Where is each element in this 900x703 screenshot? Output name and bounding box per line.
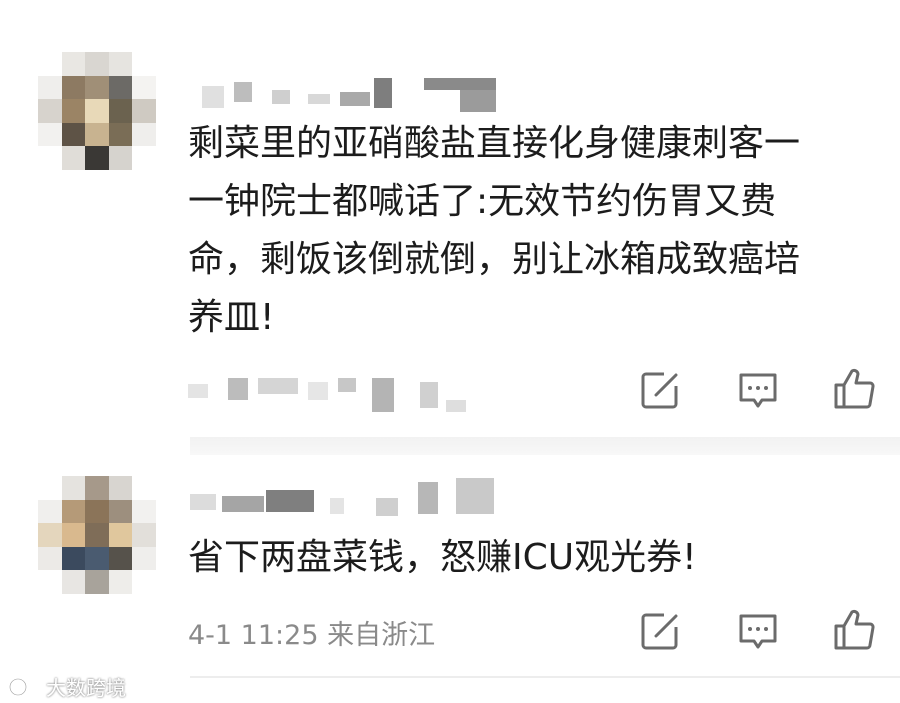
repost-button[interactable] bbox=[636, 366, 684, 414]
section-divider bbox=[190, 676, 900, 678]
watermark-text: 大数跨境 bbox=[46, 676, 126, 700]
username-blurred[interactable] bbox=[190, 72, 500, 112]
comment-text: 省下两盘菜钱，怒赚ICU观光券! bbox=[188, 537, 697, 578]
like-button[interactable] bbox=[830, 364, 878, 412]
username-blurred[interactable] bbox=[190, 476, 500, 516]
avatar[interactable] bbox=[38, 52, 156, 170]
repost-button[interactable] bbox=[636, 607, 684, 655]
comment-bubble-icon bbox=[739, 614, 777, 649]
edit-square-icon bbox=[641, 372, 678, 409]
meta-timestamp-blurred bbox=[188, 372, 488, 412]
brand-logo-icon bbox=[9, 678, 37, 695]
section-divider bbox=[190, 437, 900, 455]
avatar[interactable] bbox=[38, 476, 156, 594]
watermark: 大数跨境 bbox=[8, 672, 126, 701]
comment-button[interactable] bbox=[734, 366, 782, 414]
comment-bubble-icon bbox=[739, 373, 777, 408]
comment-button[interactable] bbox=[734, 607, 782, 655]
thumbs-up-icon bbox=[834, 609, 875, 650]
comment-text: 剩菜里的亚硝酸盐直接化身健康刺客一 一钟院士都喊话了:无效节约伤胃又费 命，剩饭… bbox=[188, 123, 801, 338]
edit-square-icon bbox=[641, 613, 678, 650]
meta-timestamp: 4-1 11:25 来自浙江 bbox=[188, 620, 436, 651]
like-button[interactable] bbox=[830, 605, 878, 653]
thumbs-up-icon bbox=[834, 368, 875, 409]
